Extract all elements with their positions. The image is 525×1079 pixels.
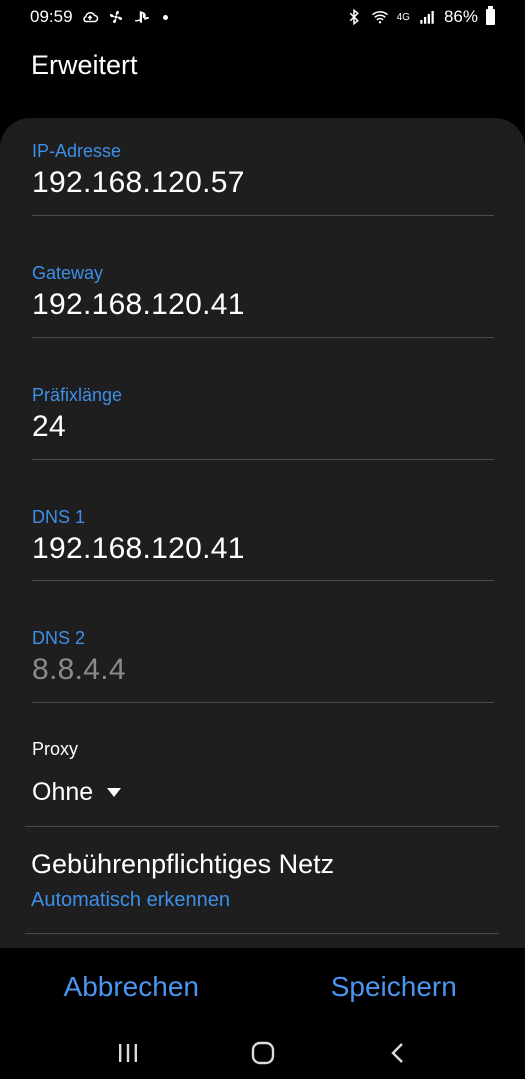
network-type-label: 4G: [396, 11, 410, 23]
playstation-icon: [133, 8, 151, 26]
recent-apps-icon: [118, 1043, 137, 1062]
proxy-selected-value: Ohne: [32, 778, 94, 806]
home-icon: [251, 1041, 274, 1064]
fan-icon: [107, 8, 125, 26]
ip-address-label: IP-Adresse: [32, 141, 122, 161]
battery-percent: 86%: [443, 7, 478, 26]
prefix-length-field[interactable]: Präfixlänge 24: [32, 385, 494, 460]
status-time: 09:59: [30, 7, 73, 26]
ip-address-field[interactable]: IP-Adresse 192.168.120.57: [32, 141, 494, 216]
cancel-button[interactable]: Abbrechen: [0, 952, 263, 1022]
gateway-label: Gateway: [32, 263, 104, 283]
proxy-label: Proxy: [32, 739, 79, 759]
dns2-input[interactable]: 8.8.4.4: [32, 653, 494, 687]
metered-network-value: Automatisch erkennen: [31, 889, 231, 911]
back-icon: [390, 1042, 403, 1063]
navigation-bar: [0, 1026, 525, 1079]
gateway-field[interactable]: Gateway 192.168.120.41: [32, 263, 494, 338]
dns1-input[interactable]: 192.168.120.41: [32, 532, 494, 566]
recent-apps-button[interactable]: [103, 1031, 153, 1075]
save-button[interactable]: Speichern: [263, 952, 525, 1022]
dns2-label: DNS 2: [32, 628, 86, 648]
dns1-field[interactable]: DNS 1 192.168.120.41: [32, 507, 494, 581]
divider: [25, 826, 499, 827]
page-title: Erweitert: [31, 50, 138, 80]
status-left: 09:59: [30, 7, 168, 27]
battery-icon: [486, 6, 495, 25]
prefix-length-input[interactable]: 24: [32, 410, 494, 444]
dns2-field[interactable]: DNS 2 8.8.4.4: [32, 628, 494, 703]
signal-icon: [418, 8, 436, 26]
metered-network-title: Gebührenpflichtiges Netz: [31, 849, 335, 879]
dns1-label: DNS 1: [32, 507, 86, 527]
prefix-length-label: Präfixlänge: [32, 385, 123, 405]
cloud-upload-icon: [81, 8, 99, 26]
gateway-input[interactable]: 192.168.120.41: [32, 288, 494, 322]
status-bar: 09:59 4G 86%: [0, 0, 525, 34]
wifi-icon: [371, 8, 389, 26]
back-button[interactable]: [373, 1031, 423, 1075]
notification-dot-icon: [162, 14, 168, 20]
ip-address-input[interactable]: 192.168.120.57: [32, 166, 494, 200]
divider: [25, 933, 499, 934]
proxy-dropdown[interactable]: Ohne: [32, 778, 122, 807]
bluetooth-icon: [345, 8, 363, 26]
status-right: 4G 86%: [345, 6, 495, 27]
home-button[interactable]: [238, 1031, 288, 1075]
dropdown-arrow-icon: [107, 788, 122, 797]
action-bar: Abbrechen Speichern: [0, 948, 525, 1026]
